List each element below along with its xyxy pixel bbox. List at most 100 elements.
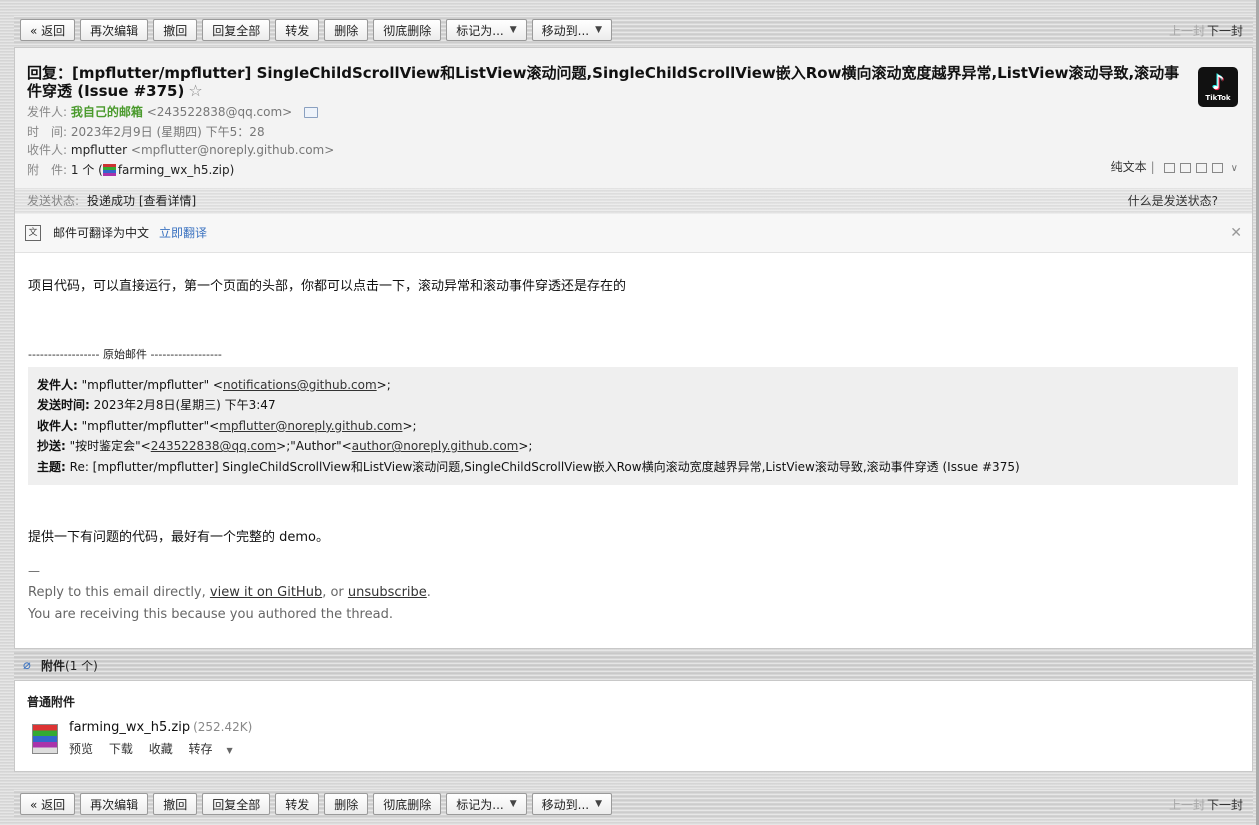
recipient-row: 收件人: mpflutter <mpflutter@noreply.github… bbox=[27, 141, 334, 159]
folder-icon[interactable] bbox=[1195, 162, 1207, 173]
delete-forever-button[interactable]: 彻底删除 bbox=[373, 793, 442, 815]
favorite-link[interactable]: 收藏 bbox=[149, 742, 173, 756]
move-to-dropdown[interactable]: 移动到... ▼ bbox=[531, 793, 613, 815]
status-value[interactable]: 投递成功 [查看详情] bbox=[87, 188, 196, 214]
save-to-dropdown[interactable]: 转存 ▼ bbox=[189, 742, 245, 756]
footer-end: . bbox=[426, 585, 431, 600]
print-icon[interactable] bbox=[1211, 162, 1223, 173]
sender-label: 发件人: bbox=[27, 105, 68, 119]
zip-file-icon bbox=[102, 164, 116, 176]
github-footer-line-2: You are receiving this because you autho… bbox=[28, 607, 393, 622]
top-toolbar: « 返回 再次编辑 撤回 回复全部 转发 删除 彻底删除 标记为... ▼ 移动到… bbox=[14, 15, 1253, 45]
edit-again-button[interactable]: 再次编辑 bbox=[80, 19, 149, 41]
star-icon[interactable]: ☆ bbox=[188, 81, 202, 100]
time-value: 2023年2月9日 (星期四) 下午5：28 bbox=[70, 125, 265, 139]
chevron-down-icon: ▼ bbox=[509, 799, 517, 809]
attachment-file-name[interactable]: farming_wx_h5.zip bbox=[69, 720, 190, 735]
recall-button[interactable]: 撤回 bbox=[153, 19, 198, 41]
expand-icon[interactable] bbox=[1179, 162, 1191, 173]
recipient-name[interactable]: mpflutter bbox=[71, 143, 127, 157]
status-label: 发送状态: bbox=[27, 194, 80, 208]
zip-archive-icon[interactable] bbox=[32, 724, 58, 754]
plain-text-link[interactable]: 纯文本 bbox=[1111, 160, 1147, 174]
chevron-down-icon: ▼ bbox=[595, 25, 603, 35]
chevron-down-icon[interactable]: ∨ bbox=[1231, 163, 1238, 174]
attachments-title: 附件(1 个) bbox=[41, 652, 98, 680]
quote-from-link[interactable]: notifications@github.com bbox=[223, 378, 377, 392]
status-help-link[interactable]: 什么是发送状态? bbox=[1128, 188, 1218, 214]
mark-as-dropdown[interactable]: 标记为... ▼ bbox=[446, 793, 527, 815]
prev-email-link: 上一封 bbox=[1168, 23, 1205, 38]
view-options: 纯文本 | ∨ bbox=[1111, 158, 1238, 175]
attachment-label: 附 件: bbox=[27, 163, 68, 177]
quote-from-value: "mpflutter/mpflutter" < bbox=[81, 378, 223, 392]
forward-button[interactable]: 转发 bbox=[275, 19, 320, 41]
quote-subject-label: 主题: bbox=[37, 459, 66, 474]
save-to-label: 转存 bbox=[188, 742, 213, 756]
attachments-header: ⌀ 附件(1 个) bbox=[14, 652, 1253, 680]
quote-from-tail: >; bbox=[376, 378, 391, 392]
delete-button[interactable]: 删除 bbox=[324, 19, 369, 41]
quote-cc-link-2[interactable]: author@noreply.github.com bbox=[352, 439, 519, 453]
tiktok-logo: ♪ TikTok bbox=[1198, 67, 1238, 107]
close-icon[interactable]: ✕ bbox=[1230, 214, 1242, 252]
recall-button[interactable]: 撤回 bbox=[153, 793, 198, 815]
preview-link[interactable]: 预览 bbox=[69, 742, 93, 756]
next-email-link[interactable]: 下一封 bbox=[1207, 24, 1243, 38]
quote-cc-label: 抄送: bbox=[37, 439, 66, 454]
move-to-dropdown[interactable]: 移动到... ▼ bbox=[531, 19, 613, 41]
chevron-down-icon: ▼ bbox=[595, 799, 603, 809]
tiktok-note-icon: ♪ bbox=[1211, 70, 1225, 94]
quote-to-tail: >; bbox=[402, 418, 417, 433]
edit-again-button[interactable]: 再次编辑 bbox=[80, 793, 149, 815]
next-email-link[interactable]: 下一封 bbox=[1207, 798, 1243, 812]
new-window-icon[interactable] bbox=[1163, 162, 1175, 173]
delete-button[interactable]: 删除 bbox=[324, 793, 369, 815]
translate-bar: 文 邮件可翻译为中文 立即翻译 ✕ bbox=[15, 214, 1252, 253]
reply-text: 提供一下有问题的代码，最好有一个完整的 demo。 bbox=[28, 530, 329, 545]
normal-attachments-label: 普通附件 bbox=[27, 695, 76, 709]
delete-forever-button[interactable]: 彻底删除 bbox=[373, 19, 442, 41]
back-button[interactable]: « 返回 bbox=[20, 19, 76, 41]
quote-sent-value: 2023年2月8日(星期三) 下午3:47 bbox=[93, 398, 276, 413]
github-footer-line-1: Reply to this email directly, view it on… bbox=[28, 585, 431, 600]
attachment-actions: 预览 下载 收藏 转存 ▼ bbox=[69, 740, 257, 757]
mark-as-dropdown[interactable]: 标记为... ▼ bbox=[446, 19, 527, 41]
download-link[interactable]: 下载 bbox=[109, 742, 133, 756]
back-button[interactable]: « 返回 bbox=[20, 793, 76, 815]
quote-cc-value-2: >;"Author"< bbox=[276, 439, 352, 454]
original-mail-separator: ------------------ 原始邮件 ----------------… bbox=[28, 348, 222, 361]
prev-email-link: 上一封 bbox=[1168, 797, 1205, 812]
translate-text: 邮件可翻译为中文 bbox=[53, 226, 150, 240]
quote-cc-tail: >; bbox=[518, 439, 533, 454]
sender-row: 发件人: 我自己的邮箱 <243522838@qq.com> bbox=[27, 103, 319, 121]
contact-card-icon[interactable] bbox=[304, 107, 319, 118]
translate-now-link[interactable]: 立即翻译 bbox=[159, 214, 207, 252]
email-panel: 回复：[mpflutter/mpflutter] SingleChildScro… bbox=[14, 47, 1253, 649]
quote-to-value: "mpflutter/mpflutter"< bbox=[81, 418, 220, 433]
signature-dash: — bbox=[28, 564, 40, 578]
mark-as-label: 标记为... bbox=[456, 797, 504, 812]
quote-to-link[interactable]: mpflutter@noreply.github.com bbox=[219, 419, 402, 433]
time-label: 时 间: bbox=[27, 125, 68, 139]
forward-button[interactable]: 转发 bbox=[275, 793, 320, 815]
quote-subject-row: 主题: Re: [mpflutter/mpflutter] SingleChil… bbox=[37, 457, 1229, 477]
tiktok-logo-text: TikTok bbox=[1205, 94, 1231, 102]
recipient-label: 收件人: bbox=[27, 143, 68, 157]
translate-icon: 文 bbox=[25, 225, 41, 241]
footer-mid: , or bbox=[322, 585, 348, 600]
sender-name[interactable]: 我自己的邮箱 bbox=[71, 105, 143, 119]
attachment-link[interactable]: farming_wx_h5.zip bbox=[118, 163, 230, 177]
separator: | bbox=[1150, 160, 1155, 174]
reply-all-button[interactable]: 回复全部 bbox=[202, 793, 271, 815]
quote-to-label: 收件人: bbox=[37, 418, 78, 433]
attachment-row: 附 件: 1 个 (farming_wx_h5.zip) bbox=[27, 161, 234, 179]
reply-all-button[interactable]: 回复全部 bbox=[202, 19, 271, 41]
quote-cc-link-1[interactable]: 243522838@qq.com bbox=[151, 439, 276, 453]
pager: 上一封 下一封 bbox=[1169, 22, 1243, 39]
attachment-count: 1 个 ( bbox=[70, 163, 103, 177]
move-to-label: 移动到... bbox=[541, 23, 590, 38]
unsubscribe-link[interactable]: unsubscribe bbox=[348, 585, 427, 600]
view-on-github-link[interactable]: view it on GitHub bbox=[210, 585, 322, 600]
quote-to-row: 收件人: "mpflutter/mpflutter"<mpflutter@nor… bbox=[37, 416, 1229, 436]
